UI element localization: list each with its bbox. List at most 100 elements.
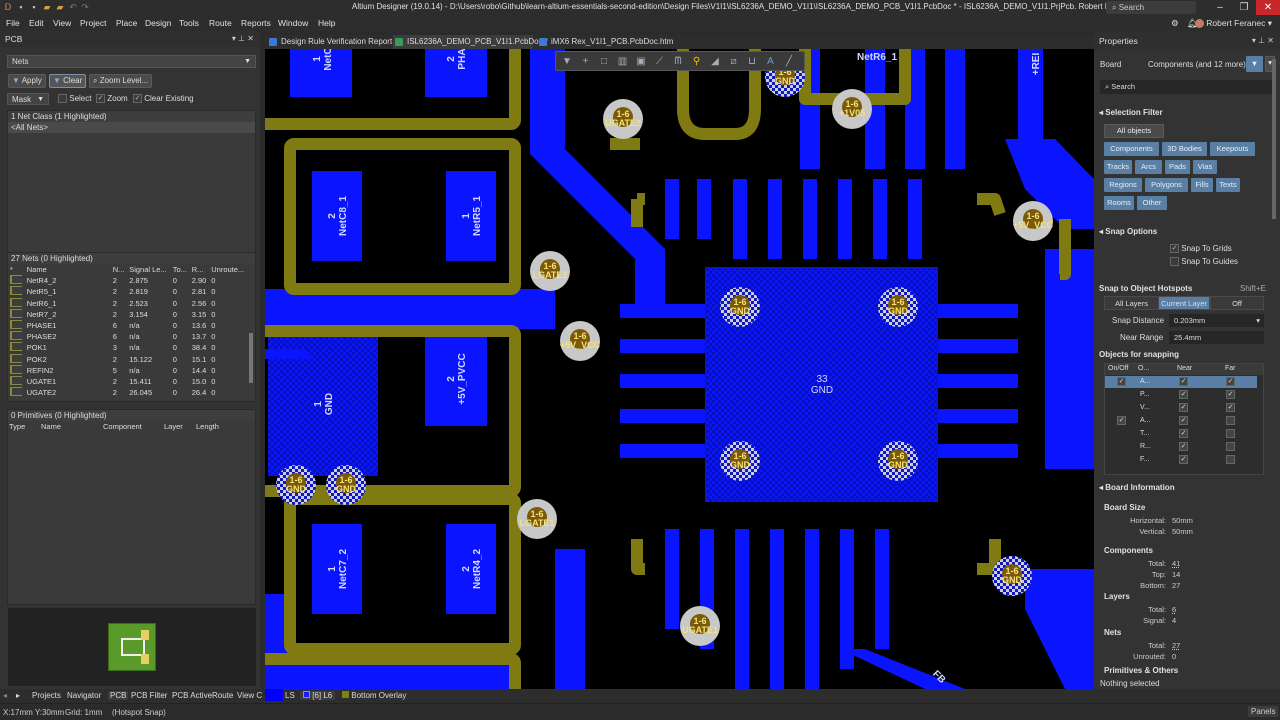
snap-far-check[interactable] [1226, 442, 1235, 451]
filter-arcs[interactable]: Arcs [1135, 160, 1162, 174]
col-near[interactable]: Near [1177, 365, 1192, 372]
select-checkbox[interactable]: Select [58, 94, 91, 104]
apply-button[interactable]: ▼ Apply [8, 74, 46, 88]
tab-pcb-activeroute[interactable]: PCB ActiveRoute [172, 691, 233, 700]
settings-gear-icon[interactable]: ⚙ [1171, 18, 1179, 29]
snap-far-check[interactable]: ✓ [1226, 403, 1235, 412]
primitives-list[interactable]: 0 Primitives (0 Highlighted) Type Name C… [7, 409, 256, 605]
board-thumbnail[interactable] [108, 623, 156, 671]
snap-object-row[interactable]: ✓ A... ✓ ✓ [1105, 376, 1257, 388]
net-row[interactable]: NetR4_2 2 2.875 0 2.90 0 [8, 275, 248, 286]
scroll-left-icon[interactable]: ◂ [3, 691, 7, 700]
menu-file[interactable]: File [6, 18, 20, 28]
snap-distance-select[interactable]: 0.203mm ▾ [1169, 314, 1264, 327]
crosshair-icon[interactable]: + [579, 55, 593, 69]
scroll-right-icon[interactable]: ▸ [16, 691, 20, 700]
route-icon[interactable]: ⟋ [653, 55, 667, 69]
snap-near-check[interactable]: ✓ [1179, 429, 1188, 438]
snap-to-guides-checkbox[interactable]: Snap To Guides [1170, 257, 1238, 267]
clear-button[interactable]: ▼ Clear [49, 74, 87, 88]
tab-view-config[interactable]: View C [237, 691, 262, 700]
zoom-level-button[interactable]: ⌕ Zoom Level... [89, 74, 153, 88]
panels-button[interactable]: Panels [1248, 706, 1279, 717]
tab-navigator[interactable]: Navigator [67, 691, 101, 700]
filter-fills[interactable]: Fills [1191, 178, 1213, 192]
snap-object-row[interactable]: T... ✓ [1105, 428, 1257, 440]
line-icon[interactable]: ╱ [782, 55, 796, 69]
snap-near-check[interactable]: ✓ [1179, 403, 1188, 412]
col-star[interactable]: * [8, 264, 25, 276]
snap-far-check[interactable] [1226, 416, 1235, 425]
col-total[interactable]: To... [170, 264, 190, 276]
menu-project[interactable]: Project [80, 18, 106, 28]
filter-other[interactable]: Other [1137, 196, 1167, 210]
filter-keepouts[interactable]: Keepouts [1210, 142, 1255, 156]
filter-texts[interactable]: Texts [1216, 178, 1240, 192]
redo-icon[interactable]: ↷ [80, 2, 90, 12]
net-row[interactable]: REFIN2 5 n/a 0 14.4 0 [8, 364, 248, 376]
filter-regions[interactable]: Regions [1104, 178, 1142, 192]
snap-near-check[interactable]: ✓ [1179, 390, 1188, 399]
select-rect-icon[interactable]: □ [597, 55, 611, 69]
snap-object-row[interactable]: ✓ A... ✓ [1105, 415, 1257, 427]
net-row[interactable]: POK1 3 n/a 0 38.4 0 [8, 342, 248, 353]
col-unrouted[interactable]: Unroute... [209, 264, 248, 276]
panel-controls[interactable]: ▾ ⊥ ✕ [232, 31, 254, 47]
kv-link[interactable]: 41 [1172, 559, 1180, 568]
kv-link[interactable]: 27 [1172, 641, 1180, 650]
user-menu[interactable]: Robert Feranec ▾ [1194, 18, 1272, 29]
menu-place[interactable]: Place [116, 18, 137, 28]
col-layer[interactable]: Layer [164, 422, 183, 431]
net-row[interactable]: PHASE1 6 n/a 0 13.6 0 [8, 320, 248, 331]
menu-tools[interactable]: Tools [179, 18, 199, 28]
undo-icon[interactable]: ↶ [68, 2, 78, 12]
snap-object-row[interactable]: R... ✓ [1105, 441, 1257, 453]
snap-near-check[interactable]: ✓ [1179, 442, 1188, 451]
snap-onoff-check[interactable]: ✓ [1117, 377, 1126, 386]
col-type[interactable]: Type [9, 422, 25, 431]
col-object[interactable]: O... [1138, 365, 1149, 372]
net-row[interactable]: NetR5_1 2 2.819 0 2.81 0 [8, 286, 248, 297]
board-information-title[interactable]: ◂ Board Information [1099, 483, 1175, 492]
via-icon[interactable]: ⚲ [690, 55, 704, 69]
snap-near-check[interactable]: ✓ [1179, 455, 1188, 464]
snap-near-check[interactable]: ✓ [1179, 416, 1188, 425]
filter-components[interactable]: Components [1104, 142, 1159, 156]
minimize-button[interactable]: – [1208, 0, 1232, 15]
hotspot-all-layers[interactable]: All Layers [1104, 296, 1159, 310]
pcb-canvas[interactable]: 2NetC8_1 1NetR5_1 1GND 2+5V_PVCC 1NetC7_… [265, 49, 1094, 689]
save-icon[interactable]: ▪ [16, 2, 26, 12]
snap-onoff-check[interactable]: ✓ [1117, 416, 1126, 425]
component-icon[interactable]: ▣ [634, 55, 648, 69]
net-row[interactable]: NetR6_1 2 2.523 0 2.56 0 [8, 297, 248, 309]
menu-help[interactable]: Help [318, 18, 335, 28]
filter-pads[interactable]: Pads [1165, 160, 1190, 174]
tab-drc-report[interactable]: Design Rule Verification Report [267, 35, 392, 49]
maximize-button[interactable]: ❐ [1232, 0, 1256, 15]
menu-window[interactable]: Window [278, 18, 308, 28]
menu-reports[interactable]: Reports [241, 18, 271, 28]
col-name[interactable]: Name [24, 264, 111, 276]
col-component[interactable]: Component [103, 422, 142, 431]
col-far[interactable]: Far [1225, 365, 1236, 372]
layer-tab-ls[interactable]: LS [285, 691, 295, 700]
board-minimap[interactable] [8, 608, 256, 686]
filter-3d-bodies[interactable]: 3D Bodies [1162, 142, 1207, 156]
filter-icon[interactable]: ▼ [560, 55, 574, 69]
mask-select[interactable]: Mask ▼ [7, 93, 49, 105]
keepout-icon[interactable]: ⧄ [727, 55, 741, 69]
kv-link[interactable]: 6 [1172, 605, 1176, 614]
selection-filter-title[interactable]: ◂ Selection Filter [1099, 108, 1163, 117]
zoom-checkbox[interactable]: ✓ Zoom [96, 94, 128, 104]
snap-object-row[interactable]: P... ✓ ✓ [1105, 389, 1257, 401]
net-row[interactable]: NetR7_2 2 3.154 0 3.15 0 [8, 308, 248, 320]
snap-object-row[interactable]: F... ✓ [1105, 454, 1257, 466]
save-all-icon[interactable]: ▪ [29, 2, 39, 12]
tab-pcbdoc[interactable]: ISL6236A_DEMO_PCB_V1I1.PcbDoc * [393, 35, 548, 49]
tab-projects[interactable]: Projects [32, 691, 61, 700]
global-search-input[interactable]: ⌕ Search [1106, 1, 1196, 14]
snap-far-check[interactable] [1226, 429, 1235, 438]
net-row[interactable]: UGATE2 2 26.045 0 26.4 0 [8, 387, 248, 398]
menu-edit[interactable]: Edit [29, 18, 44, 28]
tab-pcb[interactable]: PCB [108, 691, 129, 700]
